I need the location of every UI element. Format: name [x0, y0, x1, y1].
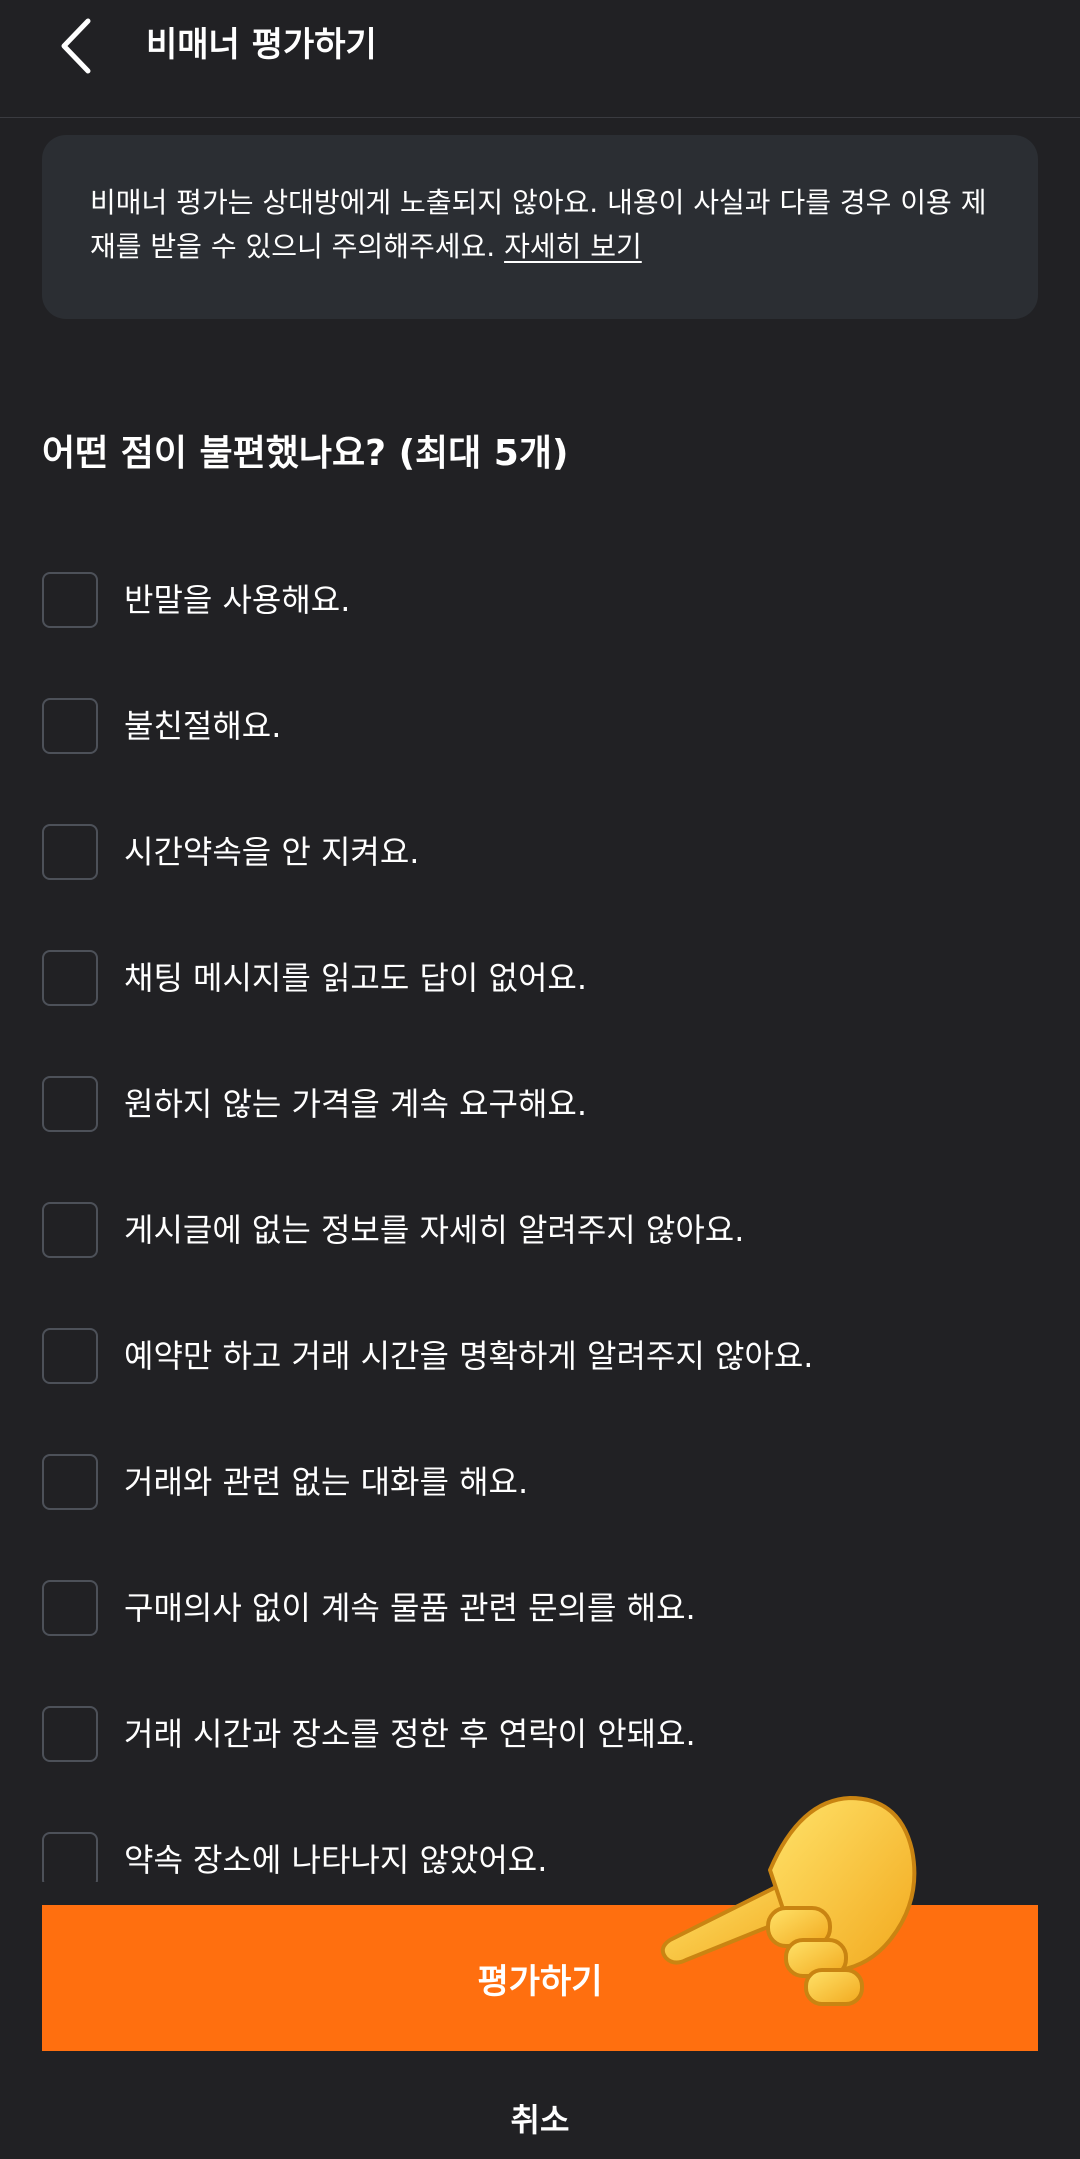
submit-button-label: 평가하기 — [477, 1962, 603, 2001]
option-item[interactable]: 게시글에 없는 정보를 자세히 알려주지 않아요. — [42, 1190, 1042, 1270]
checkbox[interactable] — [42, 698, 98, 754]
option-label: 구매의사 없이 계속 물품 관련 문의를 해요. — [124, 1589, 696, 1627]
option-item[interactable]: 반말을 사용해요. — [42, 560, 1042, 640]
learn-more-link[interactable]: 자세히 보기 — [504, 230, 642, 263]
notice-box: 비매너 평가는 상대방에게 노출되지 않아요. 내용이 사실과 다를 경우 이용… — [42, 135, 1038, 319]
option-item[interactable]: 시간약속을 안 지켜요. — [42, 812, 1042, 892]
chevron-left-icon — [61, 18, 91, 74]
question-heading: 어떤 점이 불편했나요? (최대 5개) — [42, 433, 569, 474]
back-button[interactable] — [36, 6, 116, 86]
option-item[interactable]: 거래와 관련 없는 대화를 해요. — [42, 1442, 1042, 1522]
option-item[interactable]: 거래 시간과 장소를 정한 후 연락이 안돼요. — [42, 1694, 1042, 1774]
option-item[interactable]: 채팅 메시지를 읽고도 답이 없어요. — [42, 938, 1042, 1018]
checkbox[interactable] — [42, 1706, 98, 1762]
option-label: 예약만 하고 거래 시간을 명확하게 알려주지 않아요. — [124, 1337, 814, 1375]
checkbox[interactable] — [42, 1454, 98, 1510]
option-item[interactable]: 불친절해요. — [42, 686, 1042, 766]
checkbox[interactable] — [42, 1580, 98, 1636]
option-item[interactable]: 구매의사 없이 계속 물품 관련 문의를 해요. — [42, 1568, 1042, 1648]
option-label: 채팅 메시지를 읽고도 답이 없어요. — [124, 959, 588, 997]
option-label: 시간약속을 안 지켜요. — [124, 833, 420, 871]
checkbox[interactable] — [42, 1328, 98, 1384]
checkbox[interactable] — [42, 950, 98, 1006]
checkbox[interactable] — [42, 1832, 98, 1882]
checkbox[interactable] — [42, 1076, 98, 1132]
checkbox[interactable] — [42, 1202, 98, 1258]
option-label: 약속 장소에 나타나지 않았어요. — [124, 1841, 548, 1879]
notice-paragraph: 비매너 평가는 상대방에게 노출되지 않아요. 내용이 사실과 다를 경우 이용… — [90, 181, 990, 269]
option-label: 원하지 않는 가격을 계속 요구해요. — [124, 1085, 588, 1123]
option-item[interactable]: 예약만 하고 거래 시간을 명확하게 알려주지 않아요. — [42, 1316, 1042, 1396]
checkbox[interactable] — [42, 824, 98, 880]
option-label: 거래 시간과 장소를 정한 후 연락이 안돼요. — [124, 1715, 696, 1753]
cancel-button-label: 취소 — [510, 2101, 570, 2139]
checkbox[interactable] — [42, 572, 98, 628]
option-label: 불친절해요. — [124, 707, 282, 745]
cancel-button[interactable]: 취소 — [340, 2080, 740, 2156]
option-item[interactable]: 원하지 않는 가격을 계속 요구해요. — [42, 1064, 1042, 1144]
pointing-hand-icon — [660, 1796, 917, 2006]
option-label: 게시글에 없는 정보를 자세히 알려주지 않아요. — [124, 1211, 745, 1249]
page-title: 비매너 평가하기 — [146, 25, 377, 65]
options-list[interactable]: 반말을 사용해요. 불친절해요. 시간약속을 안 지켜요. 채팅 메시지를 읽고… — [0, 560, 1080, 1882]
app-header: 비매너 평가하기 — [0, 0, 1080, 118]
option-label: 거래와 관련 없는 대화를 해요. — [124, 1463, 529, 1501]
option-label: 반말을 사용해요. — [124, 581, 351, 619]
